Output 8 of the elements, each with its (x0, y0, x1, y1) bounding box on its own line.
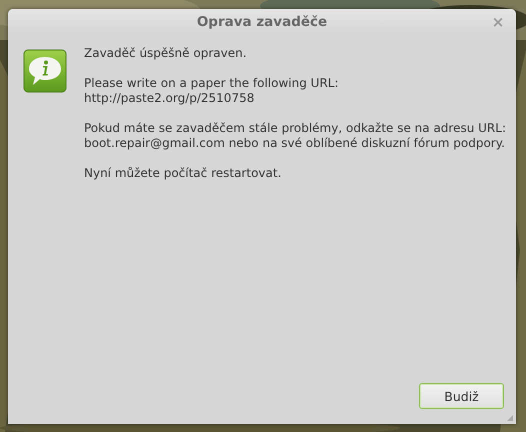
message-text: Please write on a paper the following URL: http://paste2.org/p/2510758 (84, 76, 340, 106)
message-text: Pokud máte se zavaděčem stále problémy, odkažte se na adresu URL: boot.repair@gmail.com nebo na své oblíbené diskuzní fórum podpory. (84, 121, 506, 151)
ok-button[interactable]: Budiž (419, 383, 504, 409)
speech-bubble-info-icon (23, 49, 67, 93)
resize-grip-icon[interactable] (507, 415, 513, 421)
message-text: Zavaděč úspěšně opraven. (84, 46, 248, 61)
window-title: Oprava zavaděče (196, 14, 328, 30)
message-text: Nyní můžete počítač restartovat. (84, 166, 282, 181)
